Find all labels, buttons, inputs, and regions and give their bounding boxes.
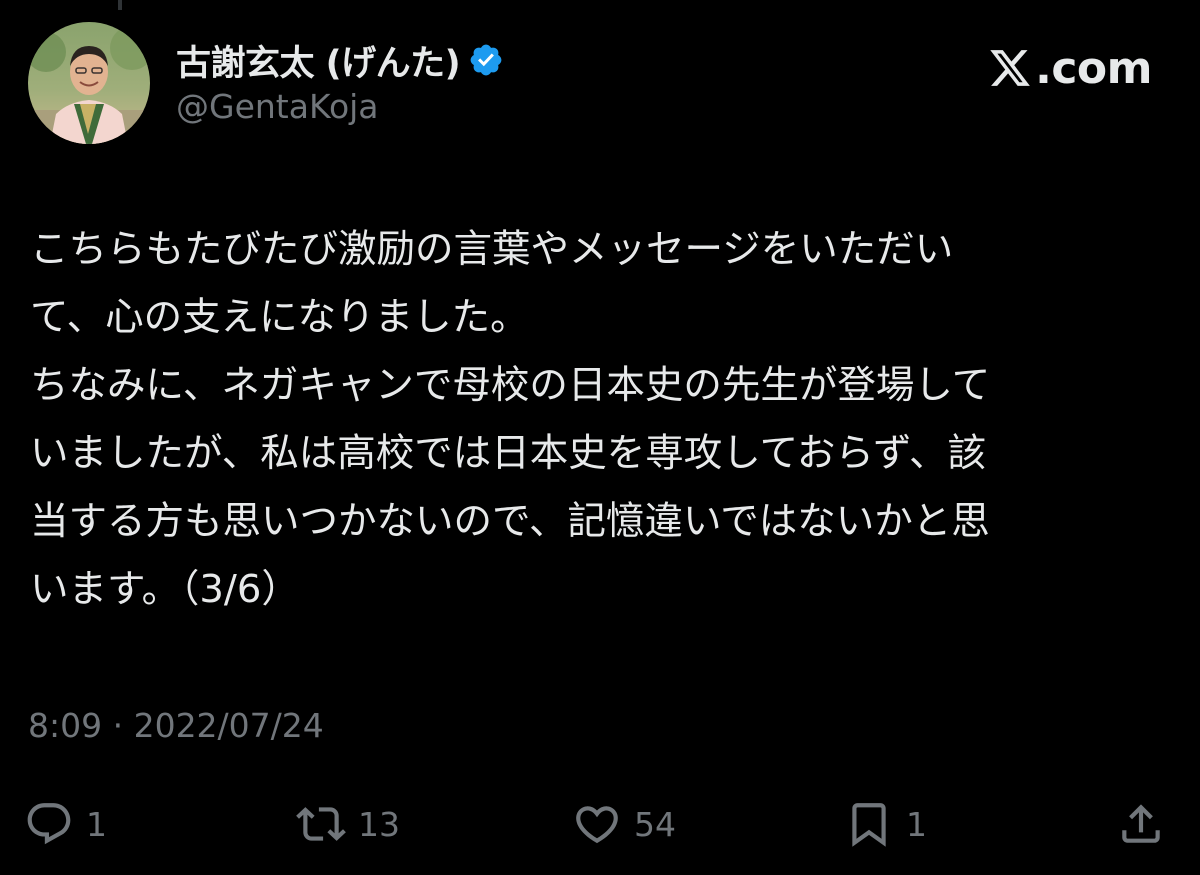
share-icon (1122, 804, 1160, 843)
avatar[interactable] (28, 22, 150, 144)
share-button[interactable] (1116, 792, 1166, 856)
tweet-text-line: 当する方も思いつかないので、記憶違いではないかと思 (30, 499, 990, 544)
tweet-text-line: こちらもたびたび激励の言葉やメッセージをいただい (30, 227, 954, 272)
like-button[interactable]: 54 (572, 792, 676, 856)
author-name-row[interactable]: 古謝玄太 (げんた) (176, 34, 504, 86)
bookmark-button[interactable]: 1 (844, 792, 927, 856)
tweet-text-line: います。（3/6） (30, 567, 300, 612)
tweet-timestamp[interactable]: 8:09 · 2022/07/24 (28, 706, 324, 745)
tweet-action-bar: 1 13 54 1 (0, 792, 1200, 856)
reply-count: 1 (86, 804, 107, 844)
tweet-text-line: て、心の支えになりました。 (30, 295, 529, 340)
brand-watermark: .com (988, 40, 1152, 96)
thread-connector (118, 0, 122, 10)
tweet-text-line: ちなみに、ネガキャンで母校の日本史の先生が登場して (30, 363, 991, 408)
repost-count: 13 (358, 804, 400, 844)
brand-label: .com (1035, 42, 1152, 94)
repost-button[interactable]: 13 (296, 792, 400, 856)
verified-badge-icon (468, 42, 504, 78)
like-count: 54 (634, 804, 676, 844)
reply-icon (27, 803, 71, 845)
author-handle[interactable]: @GentaKoja (176, 87, 379, 126)
avatar-photo (28, 22, 150, 144)
author-display-name[interactable]: 古謝玄太 (げんた) (176, 35, 461, 86)
repost-icon (296, 807, 346, 841)
tweet-text-line: いましたが、私は高校では日本史を専攻しておらず、該 (30, 431, 986, 476)
tweet-text: こちらもたびたび激励の言葉やメッセージをいただい て、心の支えになりました。 ち… (30, 216, 1180, 624)
bookmark-count: 1 (906, 804, 927, 844)
bookmark-icon (852, 803, 886, 847)
reply-button[interactable]: 1 (24, 792, 107, 856)
heart-icon (576, 806, 618, 844)
x-logo-icon (990, 50, 1030, 86)
